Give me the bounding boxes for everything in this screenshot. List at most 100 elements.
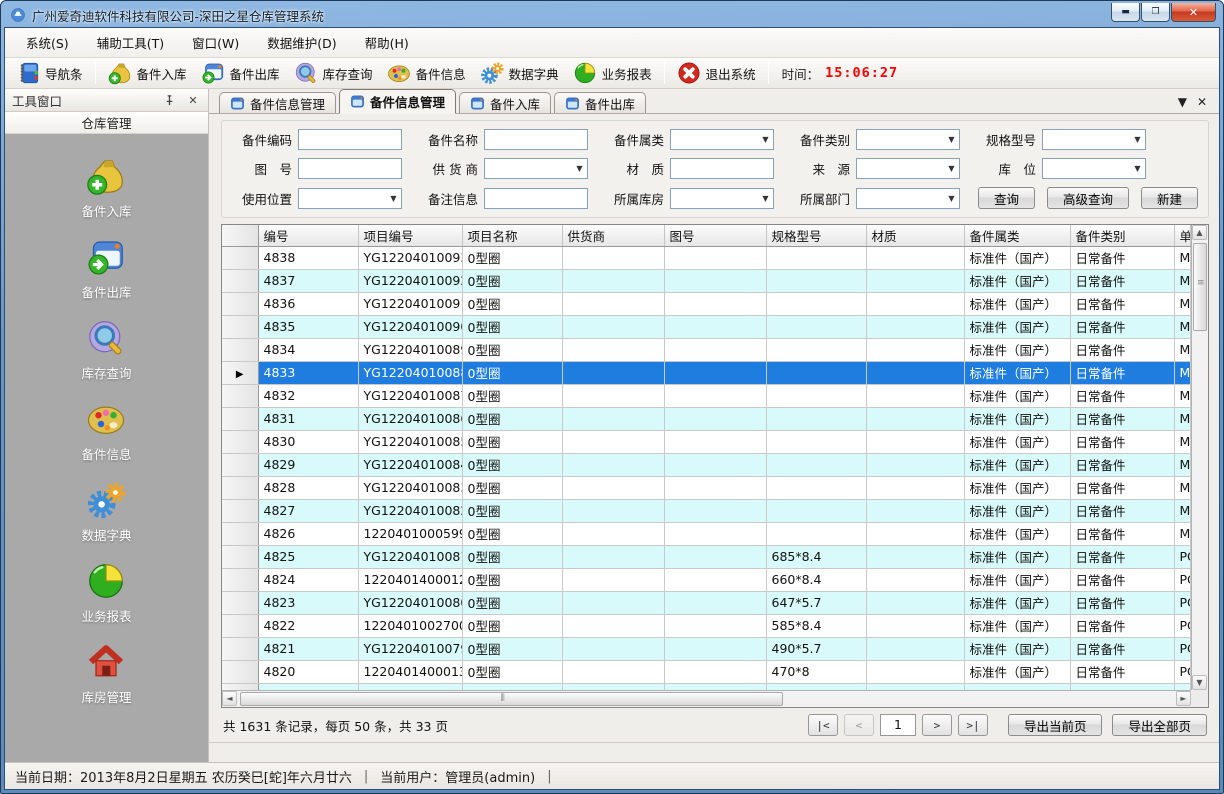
row-header[interactable]	[222, 384, 258, 407]
sidebar-item-parts-info[interactable]: 备件信息	[81, 399, 131, 463]
table-cell[interactable]	[664, 476, 766, 499]
chevron-down-icon[interactable]: ▼	[944, 159, 959, 178]
table-cell[interactable]	[562, 591, 664, 614]
table-cell[interactable]: 4834	[258, 338, 358, 361]
row-header[interactable]	[222, 269, 258, 292]
table-row[interactable]: 4827YG122040100820型圈标准件（国产）日常备件M	[222, 499, 1191, 522]
toolbar-exit-button[interactable]: 退出系统	[670, 59, 763, 87]
table-cell[interactable]	[766, 499, 866, 522]
menu-item-window[interactable]: 窗口(W)	[179, 28, 252, 57]
export-current-page-button[interactable]: 导出当前页	[1008, 714, 1103, 736]
row-header[interactable]	[222, 591, 258, 614]
tab-parts-in[interactable]: 备件入库	[459, 92, 551, 113]
page-number-input[interactable]: 1	[880, 714, 916, 736]
table-cell[interactable]: 4827	[258, 499, 358, 522]
chevron-down-icon[interactable]: ▼	[944, 130, 959, 149]
table-cell[interactable]	[866, 269, 964, 292]
table-cell[interactable]: 日常备件	[1070, 315, 1174, 338]
row-header[interactable]	[222, 476, 258, 499]
table-cell[interactable]: M	[1174, 315, 1191, 338]
table-cell[interactable]: 日常备件	[1070, 545, 1174, 568]
table-cell[interactable]: 标准件（国产）	[964, 292, 1070, 315]
table-cell[interactable]: 4822	[258, 614, 358, 637]
table-row[interactable]: 4825YG122040100810型圈685*8.4标准件（国产）日常备件PC	[222, 545, 1191, 568]
table-cell[interactable]	[562, 660, 664, 683]
table-cell[interactable]: 日常备件	[1070, 476, 1174, 499]
table-cell[interactable]	[664, 384, 766, 407]
table-row-selected[interactable]: ▶4833YG122040100880型圈标准件（国产）日常备件M	[222, 361, 1191, 384]
table-cell[interactable]: 4836	[258, 292, 358, 315]
table-cell[interactable]: 日常备件	[1070, 384, 1174, 407]
close-icon[interactable]: ✕	[185, 93, 201, 108]
maximize-button[interactable]: ❐	[1141, 3, 1170, 22]
table-cell[interactable]	[866, 637, 964, 660]
table-cell[interactable]: 4835	[258, 315, 358, 338]
table-cell[interactable]: 标准件（国产）	[964, 338, 1070, 361]
table-cell[interactable]: 标准件（国产）	[964, 614, 1070, 637]
table-cell[interactable]: M	[1174, 361, 1191, 384]
table-cell[interactable]: 日常备件	[1070, 292, 1174, 315]
table-cell[interactable]	[766, 476, 866, 499]
part-category-combobox[interactable]: ▼	[670, 129, 774, 150]
table-cell[interactable]	[866, 292, 964, 315]
table-cell[interactable]: YG12204010088	[358, 361, 462, 384]
table-cell[interactable]	[866, 453, 964, 476]
table-cell[interactable]: 标准件（国产）	[964, 407, 1070, 430]
table-cell[interactable]: 4824	[258, 568, 358, 591]
chevron-down-icon[interactable]: ▼	[758, 189, 773, 208]
table-cell[interactable]: M	[1174, 384, 1191, 407]
table-cell[interactable]	[562, 361, 664, 384]
toolbar-parts-out-button[interactable]: 备件出库	[194, 59, 287, 87]
table-cell[interactable]: 4828	[258, 476, 358, 499]
part-code-input[interactable]	[298, 129, 402, 150]
table-cell[interactable]: 1220401400012	[358, 568, 462, 591]
table-cell[interactable]: 4838	[258, 246, 358, 269]
table-cell[interactable]: 470*8	[766, 660, 866, 683]
table-cell[interactable]	[562, 499, 664, 522]
column-header[interactable]: 编号	[258, 225, 358, 246]
table-cell[interactable]: 0型圈	[462, 499, 562, 522]
table-cell[interactable]	[664, 430, 766, 453]
table-cell[interactable]: 1220401000599	[358, 522, 462, 545]
table-cell[interactable]: 0型圈	[462, 361, 562, 384]
chevron-down-icon[interactable]: ▼	[572, 159, 587, 178]
table-cell[interactable]: M	[1174, 246, 1191, 269]
table-cell[interactable]: YG12204010079	[358, 637, 462, 660]
advanced-query-button[interactable]: 高级查询	[1047, 187, 1129, 209]
row-header[interactable]	[222, 292, 258, 315]
column-header[interactable]: 单位	[1174, 225, 1191, 246]
toolbar-report-button[interactable]: 业务报表	[566, 59, 659, 87]
table-cell[interactable]	[766, 338, 866, 361]
table-cell[interactable]: M	[1174, 522, 1191, 545]
table-cell[interactable]: 日常备件	[1070, 453, 1174, 476]
table-cell[interactable]: 标准件（国产）	[964, 637, 1070, 660]
table-cell[interactable]	[562, 637, 664, 660]
table-cell[interactable]	[562, 453, 664, 476]
table-cell[interactable]	[866, 430, 964, 453]
scroll-right-icon[interactable]: ►	[1176, 691, 1191, 706]
row-header[interactable]	[222, 315, 258, 338]
table-cell[interactable]	[766, 292, 866, 315]
chevron-down-icon[interactable]: ▼	[944, 189, 959, 208]
table-cell[interactable]: 日常备件	[1070, 660, 1174, 683]
drawing-no-input[interactable]	[298, 158, 402, 179]
table-cell[interactable]: PC	[1174, 660, 1191, 683]
row-header[interactable]	[222, 430, 258, 453]
table-cell[interactable]	[866, 361, 964, 384]
column-header[interactable]: 材质	[866, 225, 964, 246]
table-cell[interactable]	[766, 522, 866, 545]
table-cell[interactable]: 647*5.7	[766, 591, 866, 614]
table-cell[interactable]: 0型圈	[462, 338, 562, 361]
menu-item-system[interactable]: 系统(S)	[13, 28, 82, 57]
vertical-scrollbar[interactable]: ▲ ▼	[1191, 225, 1208, 690]
row-header[interactable]	[222, 407, 258, 430]
table-cell[interactable]: 490*5.7	[766, 637, 866, 660]
scroll-up-icon[interactable]: ▲	[1192, 225, 1207, 240]
table-cell[interactable]: 标准件（国产）	[964, 660, 1070, 683]
table-cell[interactable]: M	[1174, 476, 1191, 499]
table-cell[interactable]: M	[1174, 499, 1191, 522]
supplier-combobox[interactable]: ▼	[484, 158, 588, 179]
table-cell[interactable]: M	[1174, 292, 1191, 315]
warehouse-combobox[interactable]: ▼	[670, 188, 774, 209]
table-row[interactable]: 4838YG122040100930型圈标准件（国产）日常备件M	[222, 246, 1191, 269]
